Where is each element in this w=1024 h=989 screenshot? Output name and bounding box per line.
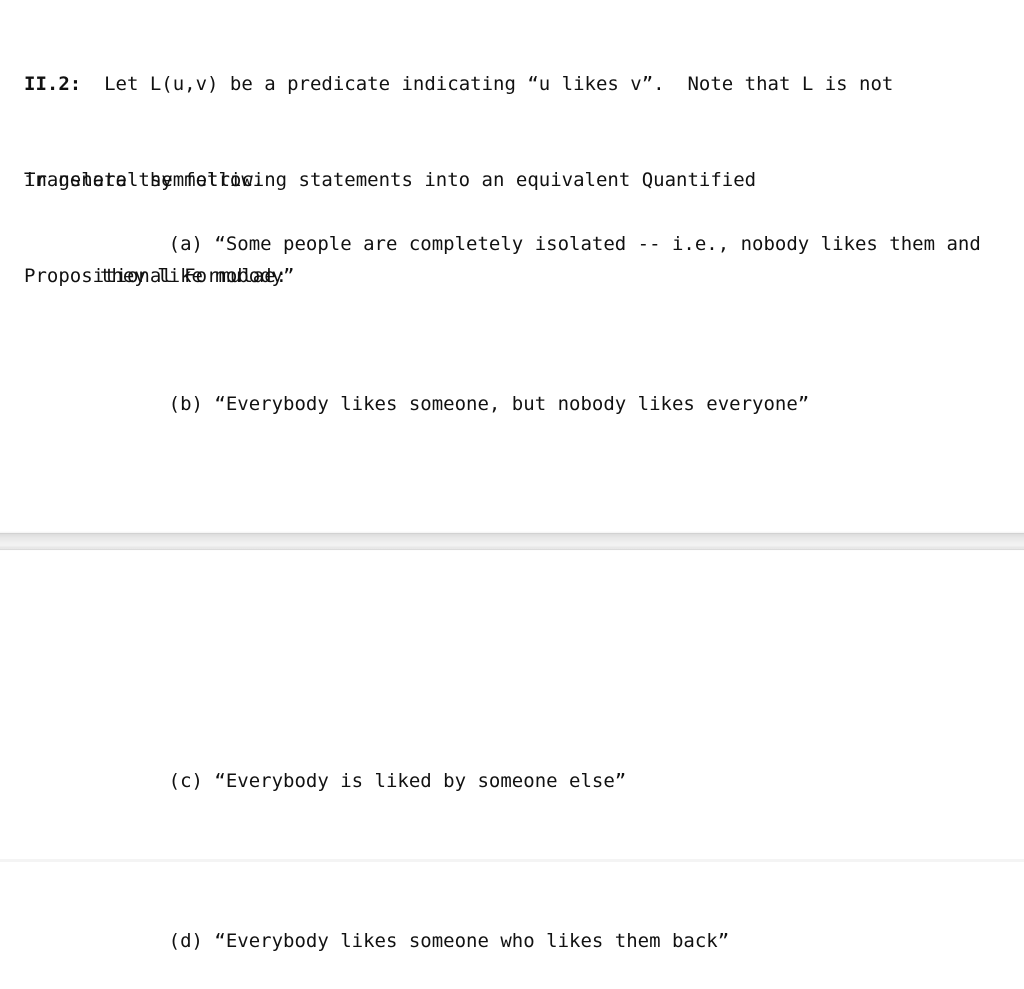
problem-statement-line-1-text: Let L(u,v) be a predicate indicating “u … xyxy=(81,73,894,95)
statement-item-a-text: (a) “Some people are completely isolated… xyxy=(100,233,993,287)
statement-item-a: (a) “Some people are completely isolated… xyxy=(100,196,1020,324)
statement-item-b: (b) “Everybody likes someone, but nobody… xyxy=(100,356,1020,452)
statement-list-upper: (a) “Some people are completely isolated… xyxy=(100,196,1020,452)
statement-item-d: (d) “Everybody likes someone who likes t… xyxy=(100,893,1020,989)
statement-item-c: (c) “Everybody is liked by someone else” xyxy=(100,733,1020,829)
problem-number-label: II.2: xyxy=(24,73,82,95)
statement-item-b-text: (b) “Everybody likes someone, but nobody… xyxy=(168,393,810,415)
page-separator-top-edge xyxy=(0,533,1024,534)
problem-statement-line-1: II.2: Let L(u,v) be a predicate indicati… xyxy=(24,68,1014,100)
page-separator xyxy=(0,531,1024,551)
statement-item-c-text: (c) “Everybody is liked by someone else” xyxy=(168,770,627,792)
document-page: II.2: Let L(u,v) be a predicate indicati… xyxy=(0,0,1024,952)
instruction-line-1: Translate the following statements into … xyxy=(24,169,757,191)
page-separator-bottom-edge xyxy=(0,549,1024,550)
statement-item-d-text: (d) “Everybody likes someone who likes t… xyxy=(168,930,730,952)
